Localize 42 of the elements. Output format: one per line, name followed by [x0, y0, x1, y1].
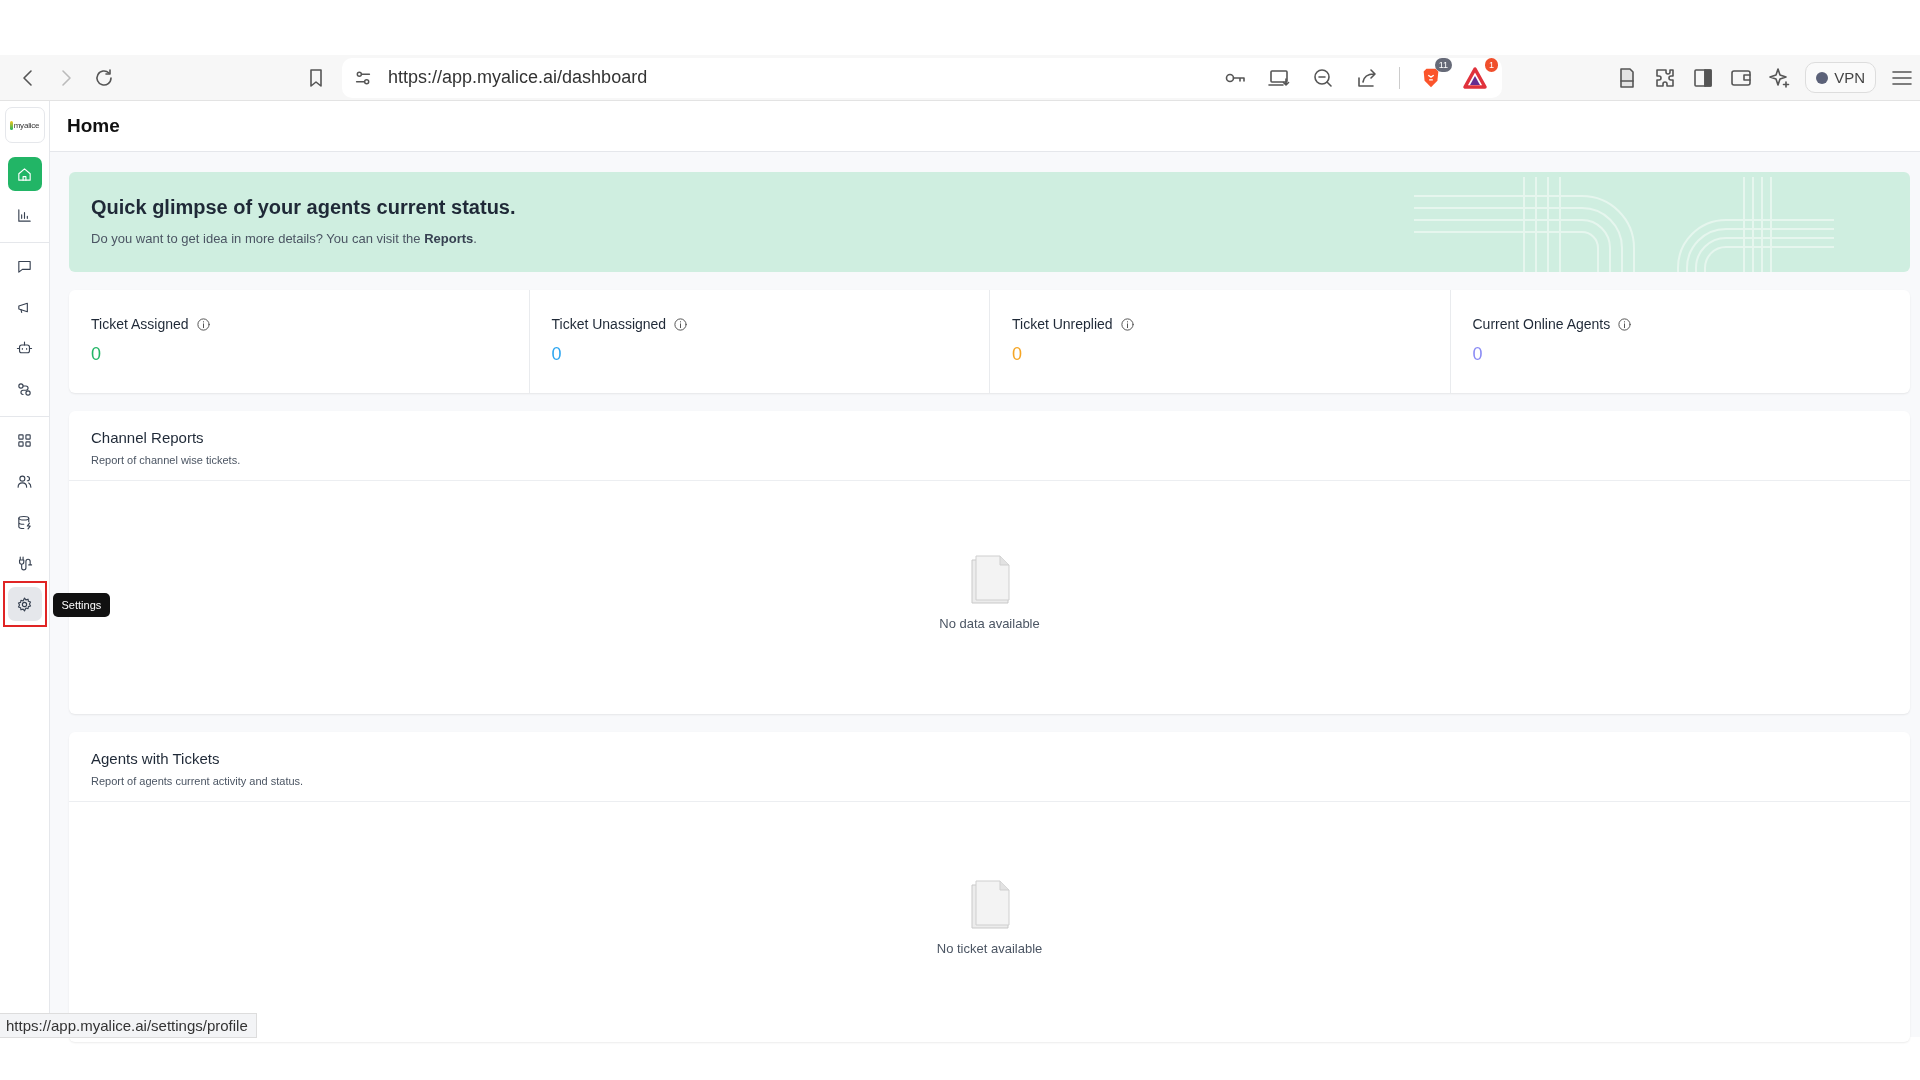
vpn-button[interactable]: VPN [1805, 62, 1876, 93]
report-title: Channel Reports [91, 429, 205, 446]
banner-text: Do you want to get idea in more details? You can visit the Reports. [91, 231, 478, 246]
home-icon [16, 165, 33, 183]
tooltip: Settings [52, 593, 111, 617]
sidebar-item[interactable] [7, 587, 42, 621]
triangle-icon [1462, 65, 1488, 90]
bar-chart-icon [16, 206, 33, 224]
info-icon[interactable] [195, 316, 211, 332]
stat-value: 0 [1472, 344, 1484, 365]
info-icon[interactable] [1119, 316, 1135, 332]
status-url: https://app.myalice.ai/settings/profile [0, 1013, 257, 1038]
stat-label: Ticket Assigned [91, 316, 189, 332]
empty-message: No data available [939, 616, 1040, 631]
report-subtitle: Report of channel wise tickets. [91, 454, 242, 466]
empty-document-icon [968, 554, 1011, 604]
report-title: Agents with Tickets [91, 750, 221, 767]
grid-icon [16, 431, 33, 449]
flow-icon [16, 380, 33, 398]
stat-label: Ticket Unreplied [1012, 316, 1113, 332]
rewards-button[interactable]: 1 [1462, 57, 1498, 90]
sparkle-icon[interactable] [1767, 65, 1792, 90]
empty-message: No ticket available [936, 940, 1043, 956]
stat-value: 0 [1012, 344, 1023, 365]
info-icon[interactable] [1617, 316, 1633, 332]
stat-label: Ticket Unassigned [551, 316, 667, 332]
report-subtitle: Report of agents current activity and status. [91, 775, 305, 787]
stat-label: Current Online Agents [1472, 316, 1611, 332]
notification-badge: 11 [1434, 57, 1452, 72]
database-icon [16, 513, 33, 531]
banner-title: Quick glimpse of your agents current status. [91, 196, 517, 219]
page-title: Home [67, 115, 120, 137]
stat-value: 0 [551, 344, 563, 365]
address-bar[interactable]: https://app.myalice.ai/dashboard 11 1 [342, 57, 1502, 98]
stat-value: 0 [91, 344, 102, 365]
logo[interactable]: myalice [4, 107, 45, 143]
settings-icon [16, 595, 33, 613]
empty-document-icon [968, 878, 1011, 929]
plug-icon [16, 554, 33, 572]
info-icon[interactable] [673, 316, 689, 332]
shield-button[interactable]: 11 [1420, 57, 1452, 90]
notification-badge: 1 [1485, 57, 1498, 72]
